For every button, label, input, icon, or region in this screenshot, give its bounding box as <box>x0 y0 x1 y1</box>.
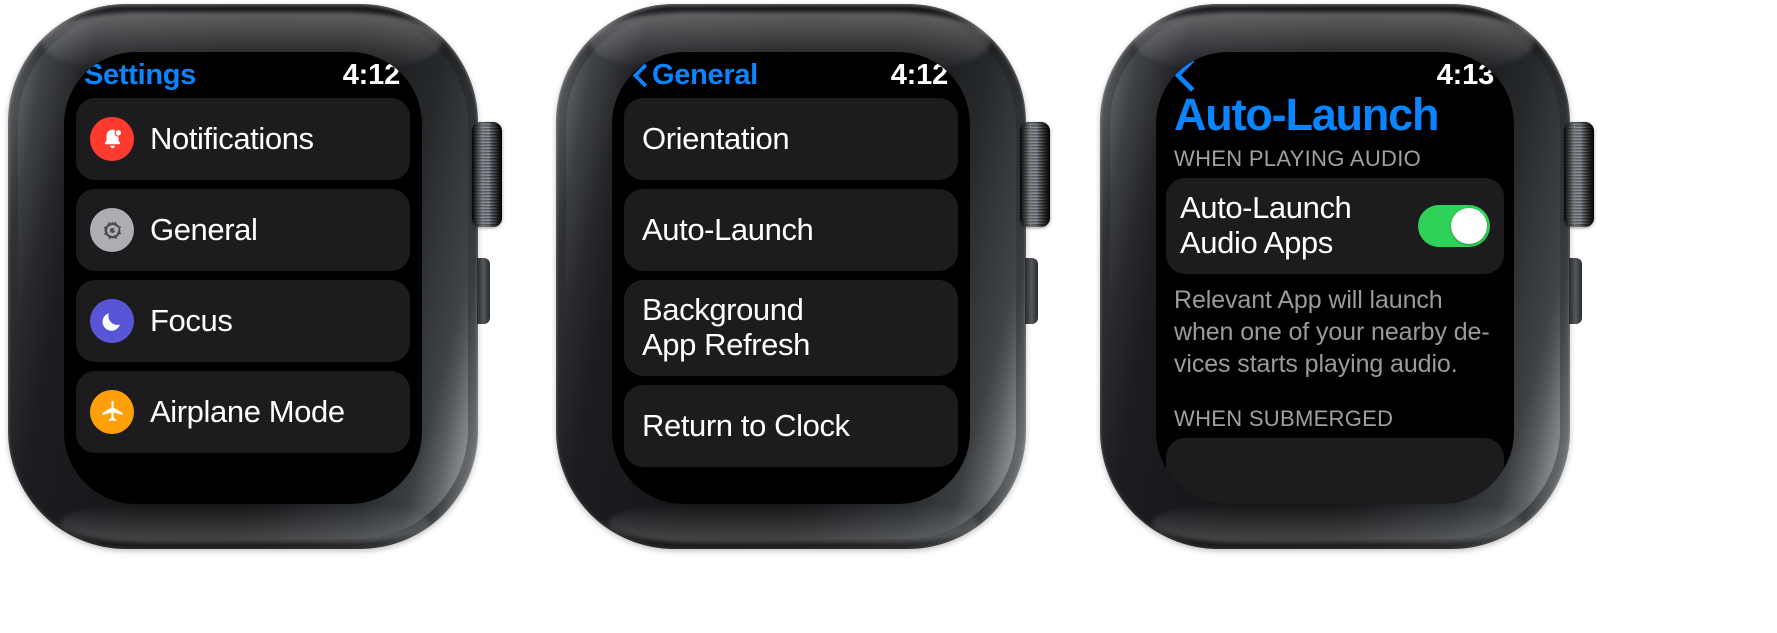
list-item-label: General <box>150 211 258 247</box>
list-item-label: Focus <box>150 302 233 338</box>
list-item-background-app-refresh[interactable]: Background App Refresh <box>624 280 958 376</box>
watch-screen-general: General 4:12 Orientation Auto-Launch Bac… <box>612 52 970 504</box>
list-item-label: Background App Refresh <box>642 292 810 362</box>
auto-launch-list: Auto-Launch Audio Apps <box>1162 177 1508 274</box>
list-item-label: Auto-Launch <box>642 211 814 247</box>
list-item-airplane-mode[interactable]: Airplane Mode <box>76 371 410 453</box>
list-item-general[interactable]: General <box>76 189 410 271</box>
apple-watch-settings: Settings 4:12 Notifications General Focu… <box>8 4 502 549</box>
toggle-knob <box>1451 207 1487 244</box>
back-nav-general[interactable]: General <box>632 59 758 92</box>
nav-title-label: Settings <box>84 58 196 91</box>
bell-icon <box>90 117 134 161</box>
list-item-label: Notifications <box>150 120 314 156</box>
list-item-orientation[interactable]: Orientation <box>624 98 958 180</box>
list-item-focus[interactable]: Focus <box>76 280 410 362</box>
status-time: 4:13 <box>1436 58 1494 91</box>
apple-watch-general: General 4:12 Orientation Auto-Launch Bac… <box>556 4 1050 549</box>
toggle-auto-launch-audio-apps[interactable] <box>1418 204 1490 247</box>
watch-screen-auto-launch: 4:13 Auto-Launch WHEN PLAYING AUDIO Auto… <box>1156 52 1514 504</box>
chevron-left-icon[interactable] <box>632 63 647 88</box>
back-nav-auto-launch[interactable] <box>1174 57 1200 93</box>
apple-watch-auto-launch: 4:13 Auto-Launch WHEN PLAYING AUDIO Auto… <box>1100 4 1594 549</box>
side-button[interactable] <box>1025 258 1038 324</box>
chevron-left-icon[interactable] <box>1174 57 1200 93</box>
section-header-when-playing-audio: WHEN PLAYING AUDIO <box>1174 145 1422 171</box>
when-submerged-list <box>1162 437 1508 504</box>
nav-title-settings[interactable]: Settings <box>84 59 196 92</box>
digital-crown[interactable] <box>472 122 502 227</box>
list-item-return-to-clock[interactable]: Return to Clock <box>624 385 958 467</box>
digital-crown[interactable] <box>1564 122 1594 227</box>
status-bar: General 4:12 <box>620 52 962 98</box>
nav-title-label: General <box>652 58 758 91</box>
status-time: 4:12 <box>890 58 948 91</box>
list-item-notifications[interactable]: Notifications <box>76 98 410 180</box>
list-item-auto-launch[interactable]: Auto-Launch <box>624 189 958 271</box>
list-item-label: Orientation <box>642 120 790 156</box>
gear-icon <box>90 208 134 252</box>
section-header-when-submerged: WHEN SUBMERGED <box>1174 405 1394 431</box>
list-item-auto-launch-audio-apps[interactable]: Auto-Launch Audio Apps <box>1166 177 1504 274</box>
watch-screen-settings: Settings 4:12 Notifications General Focu… <box>64 52 422 504</box>
digital-crown[interactable] <box>1020 122 1050 227</box>
status-bar: 4:13 <box>1162 52 1508 98</box>
list-item-when-submerged-partial[interactable] <box>1166 437 1504 504</box>
status-bar: Settings 4:12 <box>72 52 414 98</box>
screenshot-canvas: Settings 4:12 Notifications General Focu… <box>0 0 1777 633</box>
general-list: Orientation Auto-Launch Background App Re… <box>620 98 962 467</box>
side-button[interactable] <box>477 258 490 324</box>
list-item-label: Return to Clock <box>642 407 850 443</box>
side-button[interactable] <box>1569 258 1582 324</box>
airplane-icon <box>90 390 134 434</box>
list-item-label: Airplane Mode <box>150 393 345 429</box>
settings-list: Notifications General Focus Airplane Mod… <box>72 98 414 453</box>
page-title: Auto-Launch <box>1174 89 1439 140</box>
footnote-auto-launch-description: Relevant App will launch when one of you… <box>1174 285 1490 378</box>
status-time: 4:12 <box>342 58 400 91</box>
list-item-label: Auto-Launch Audio Apps <box>1180 190 1352 260</box>
moon-icon <box>90 299 134 343</box>
